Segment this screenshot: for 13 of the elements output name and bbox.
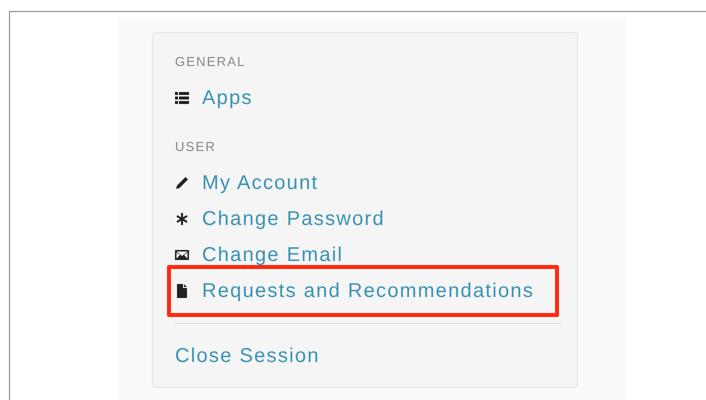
pencil-icon [175,176,189,190]
section-header: GENERAL [175,53,247,71]
file-icon [175,284,189,298]
list-icon [175,91,189,105]
menu-link[interactable]: My Account [202,172,318,194]
envelope-icon [175,248,189,262]
menu-link[interactable]: Change Email [202,244,344,266]
section-header: USER [175,138,217,156]
menu-link[interactable]: Apps [202,86,253,110]
menu-link[interactable]: Requests and Recommendations [202,280,534,302]
menu-link[interactable]: Change Password [202,208,385,230]
close-session-link[interactable]: Close Session [175,345,320,368]
asterisk-icon [175,212,189,226]
